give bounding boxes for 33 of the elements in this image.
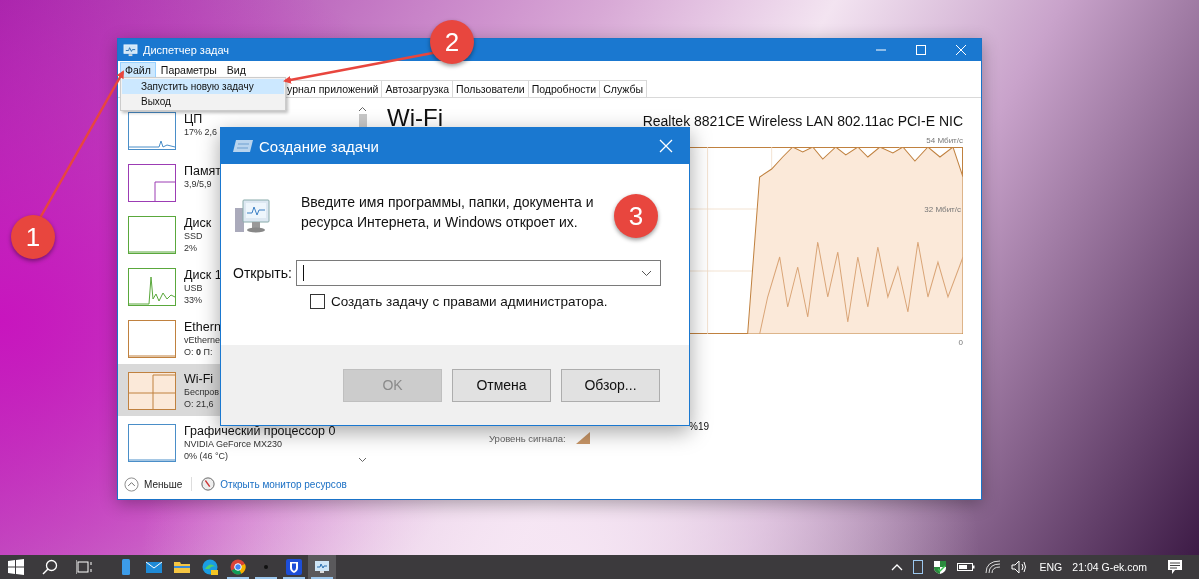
sidebar-item-name: Wi-Fi — [184, 372, 215, 386]
instruction-text: Введите имя программы, папки, документа и — [301, 193, 594, 212]
sidebar-item-detail: NVIDIA GeForce MX230 — [184, 438, 284, 450]
sidebar-item-detail: 2% — [184, 242, 198, 254]
step-number-badge: 1 — [11, 215, 55, 259]
sidebar-item-name: ЦП — [184, 112, 204, 126]
sidebar-item-name: Диск — [184, 216, 212, 230]
sidebar-item-detail: 0% (46 °C) — [184, 450, 230, 462]
window-title: Диспетчер задач — [143, 44, 230, 56]
axis-label: 54 Мбит/с — [926, 136, 963, 145]
sidebar-item-name: Памят — [184, 164, 222, 178]
signal-value: %19 — [689, 421, 710, 432]
sidebar-item-detail: vEtherne — [184, 334, 221, 346]
sidebar-item-detail: 17% 2,6 — [184, 126, 218, 138]
instruction-text: ресурса Интернета, и Windows откроет их. — [301, 213, 578, 232]
checkbox-label: Создать задачу с правами администратора. — [331, 294, 608, 309]
sidebar-item-detail: USB — [184, 282, 204, 294]
signal-label: Уровень сигнала: — [489, 433, 566, 444]
sidebar-item-detail: О: 21,6 — [184, 398, 215, 410]
sidebar-item-name: Ethern — [184, 320, 221, 334]
open-label: Открыть: — [233, 265, 292, 281]
sidebar-item-detail: 3,9/5,9 — [184, 178, 213, 190]
sidebar-item-detail: Беспров — [184, 386, 220, 398]
sidebar-item-name: Графический процессор 0 — [184, 424, 336, 438]
sidebar-item-detail: О: 0 П: — [184, 346, 214, 358]
adapter-name: Realtek 8821CE Wireless LAN 802.11ac PCI-E NIC — [642, 113, 963, 129]
axis-label: 32 Мбит/с — [924, 205, 961, 214]
sidebar-item-detail: 33% — [184, 294, 203, 306]
axis-label: 0 — [958, 338, 963, 347]
sidebar-item-detail: SSD — [184, 230, 204, 242]
dialog-title: Создание задачи — [259, 137, 379, 155]
section-title: Wi-Fi — [387, 104, 443, 132]
step-number-badge: 2 — [430, 20, 474, 64]
